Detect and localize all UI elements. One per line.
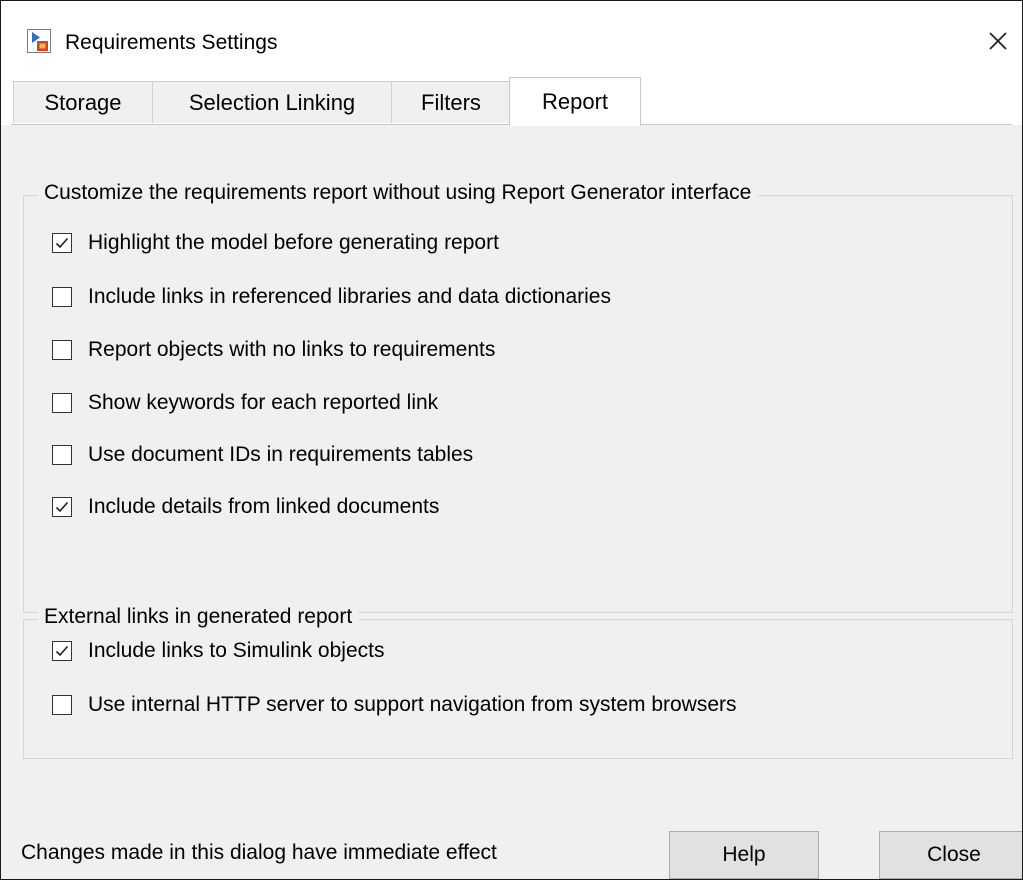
checkbox-use-http-server[interactable]: Use internal HTTP server to support navi… xyxy=(52,690,737,720)
checkbox-unchecked-icon xyxy=(52,393,72,413)
report-tab-panel: Customize the requirements report withou… xyxy=(11,125,1013,811)
window-title: Requirements Settings xyxy=(65,31,278,54)
tab-storage[interactable]: Storage xyxy=(13,81,153,123)
checkbox-label: Highlight the model before generating re… xyxy=(88,231,499,254)
checkbox-label: Include links in referenced libraries an… xyxy=(88,285,611,308)
checkbox-report-unlinked-objects[interactable]: Report objects with no links to requirem… xyxy=(52,335,495,365)
tab-report[interactable]: Report xyxy=(509,77,641,126)
help-button[interactable]: Help xyxy=(669,831,819,879)
report-options-group: Customize the requirements report withou… xyxy=(23,181,1013,613)
checkbox-use-document-ids[interactable]: Use document IDs in requirements tables xyxy=(52,440,473,470)
title-bar: Requirements Settings xyxy=(1,1,1022,79)
checkbox-checked-icon xyxy=(52,497,72,517)
checkbox-checked-icon xyxy=(52,233,72,253)
checkbox-label: Include links to Simulink objects xyxy=(88,639,385,662)
external-links-title: External links in generated report xyxy=(38,605,359,629)
close-icon[interactable] xyxy=(985,28,1011,54)
report-options-title: Customize the requirements report withou… xyxy=(38,181,758,205)
checkbox-label: Include details from linked documents xyxy=(88,495,440,518)
checkbox-checked-icon xyxy=(52,641,72,661)
checkbox-show-keywords[interactable]: Show keywords for each reported link xyxy=(52,388,438,418)
checkbox-label: Report objects with no links to requirem… xyxy=(88,338,496,361)
checkbox-include-library-links[interactable]: Include links in referenced libraries an… xyxy=(52,282,611,312)
checkbox-include-simulink-links[interactable]: Include links to Simulink objects xyxy=(52,636,384,666)
checkbox-label: Show keywords for each reported link xyxy=(88,391,439,414)
checkbox-unchecked-icon xyxy=(52,287,72,307)
status-message: Changes made in this dialog have immedia… xyxy=(21,841,497,864)
close-button[interactable]: Close xyxy=(879,831,1022,879)
external-links-group: External links in generated report Inclu… xyxy=(23,605,1013,759)
checkbox-label: Use document IDs in requirements tables xyxy=(88,443,474,466)
requirements-settings-dialog: Requirements Settings Storage Selection … xyxy=(0,0,1023,880)
checkbox-include-document-details[interactable]: Include details from linked documents xyxy=(52,492,439,522)
tab-selection-linking[interactable]: Selection Linking xyxy=(152,81,392,123)
tab-filters[interactable]: Filters xyxy=(391,81,511,123)
checkbox-highlight-model[interactable]: Highlight the model before generating re… xyxy=(52,228,499,258)
checkbox-unchecked-icon xyxy=(52,340,72,360)
checkbox-label: Use internal HTTP server to support navi… xyxy=(88,693,737,716)
simulink-requirements-icon xyxy=(27,29,51,53)
checkbox-unchecked-icon xyxy=(52,445,72,465)
checkbox-unchecked-icon xyxy=(52,695,72,715)
